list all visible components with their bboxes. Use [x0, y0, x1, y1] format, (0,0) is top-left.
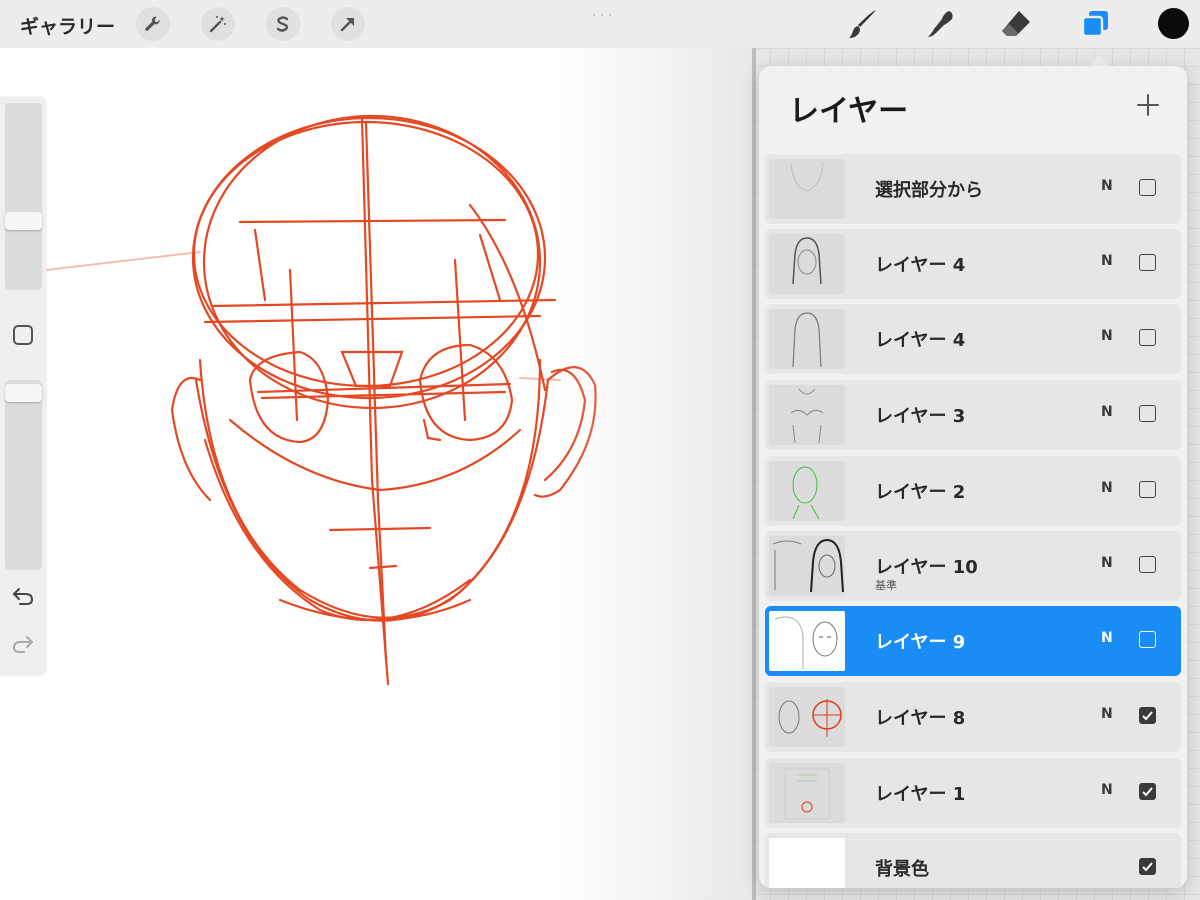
panel-title: レイヤー	[789, 94, 909, 129]
layer-name: レイヤー 3	[875, 406, 966, 427]
left-sidebar	[0, 97, 46, 675]
layer-name: レイヤー 4	[875, 330, 966, 351]
adjustments-button[interactable]	[201, 7, 235, 41]
layers-icon	[1081, 11, 1108, 38]
layer-row[interactable]: レイヤー 4 N	[765, 229, 1181, 299]
layer-thumbnail	[769, 385, 845, 445]
blend-mode-button[interactable]: N	[1101, 630, 1113, 646]
layer-thumbnail	[769, 461, 845, 521]
layer-thumbnail	[769, 536, 845, 596]
wrench-icon	[145, 16, 160, 31]
gallery-button[interactable]: ギャラリー	[20, 12, 115, 39]
brush-icon	[849, 10, 876, 38]
opacity-knob[interactable]	[5, 384, 42, 402]
visibility-checkbox[interactable]	[1139, 179, 1156, 196]
transform-arrow-icon	[340, 17, 355, 32]
layer-name: レイヤー 2	[875, 482, 966, 503]
transform-button[interactable]	[331, 7, 365, 41]
smudge-tool-button[interactable]	[919, 5, 959, 43]
undo-icon[interactable]	[11, 585, 35, 607]
drag-handle-icon[interactable]	[590, 13, 614, 17]
brush-size-slider[interactable]	[5, 103, 42, 290]
layers-tool-button[interactable]	[1075, 5, 1115, 43]
visibility-checkbox[interactable]	[1139, 254, 1156, 271]
background-color-row[interactable]: 背景色	[765, 833, 1181, 888]
layer-name: レイヤー 4	[875, 255, 966, 276]
check-icon	[1142, 862, 1153, 872]
visibility-checkbox[interactable]	[1139, 481, 1156, 498]
opacity-slider[interactable]	[5, 380, 42, 570]
magic-wand-icon	[209, 16, 226, 33]
layer-reference-label: 基準	[875, 579, 897, 592]
layer-name: レイヤー 10	[875, 557, 978, 578]
visibility-checkbox[interactable]	[1139, 556, 1156, 573]
layer-row[interactable]: レイヤー 8 N	[765, 682, 1181, 752]
color-picker-button[interactable]	[1158, 8, 1189, 39]
layer-thumbnail	[769, 234, 845, 294]
background-color-swatch[interactable]	[769, 838, 845, 888]
layers-panel: レイヤー 選択部分から N レイヤー 4 N レイヤー 4 N レイヤー 3 N…	[759, 66, 1187, 888]
blend-mode-button[interactable]: N	[1101, 253, 1113, 269]
square-modifier-icon[interactable]	[13, 325, 33, 345]
layer-row-selected[interactable]: レイヤー 9 N	[765, 606, 1181, 676]
smudge-icon	[928, 11, 953, 37]
layer-thumbnail	[769, 763, 845, 823]
visibility-checkbox[interactable]	[1139, 858, 1156, 875]
blend-mode-button[interactable]: N	[1101, 480, 1113, 496]
blend-mode-button[interactable]: N	[1101, 328, 1113, 344]
check-icon	[1142, 787, 1153, 797]
visibility-checkbox[interactable]	[1139, 405, 1156, 422]
layer-row[interactable]: レイヤー 3 N	[765, 380, 1181, 450]
redo-icon[interactable]	[11, 633, 35, 655]
actions-button[interactable]	[136, 7, 170, 41]
eraser-tool-button[interactable]	[996, 5, 1036, 43]
brush-size-knob[interactable]	[5, 212, 42, 230]
blend-mode-button[interactable]: N	[1101, 178, 1113, 194]
blend-mode-button[interactable]: N	[1101, 782, 1113, 798]
layer-row[interactable]: レイヤー 2 N	[765, 456, 1181, 526]
selection-s-icon	[276, 16, 289, 32]
layer-row[interactable]: レイヤー 1 N	[765, 758, 1181, 828]
layer-name: 背景色	[875, 859, 929, 880]
layer-thumbnail	[769, 611, 845, 671]
visibility-checkbox[interactable]	[1139, 783, 1156, 800]
layer-thumbnail	[769, 309, 845, 369]
eraser-icon	[1002, 11, 1030, 36]
layer-name: レイヤー 1	[875, 784, 966, 805]
check-icon	[1142, 711, 1153, 721]
layer-row[interactable]: 選択部分から N	[765, 154, 1181, 224]
layer-row[interactable]: レイヤー 10 基準 N	[765, 531, 1181, 601]
visibility-checkbox[interactable]	[1139, 707, 1156, 724]
blend-mode-button[interactable]: N	[1101, 706, 1113, 722]
visibility-checkbox[interactable]	[1139, 631, 1156, 648]
visibility-checkbox[interactable]	[1139, 329, 1156, 346]
blend-mode-button[interactable]: N	[1101, 555, 1113, 571]
layer-name: 選択部分から	[875, 180, 983, 201]
layer-thumbnail	[769, 687, 845, 747]
layer-thumbnail	[769, 159, 845, 219]
plus-icon[interactable]	[1133, 90, 1163, 120]
layer-name: レイヤー 8	[875, 708, 966, 729]
layer-row[interactable]: レイヤー 4 N	[765, 304, 1181, 374]
top-toolbar: ギャラリー	[0, 0, 1200, 48]
blend-mode-button[interactable]: N	[1101, 404, 1113, 420]
layer-name: レイヤー 9	[875, 632, 966, 653]
selection-button[interactable]	[266, 7, 300, 41]
brush-tool-button[interactable]	[843, 5, 883, 43]
